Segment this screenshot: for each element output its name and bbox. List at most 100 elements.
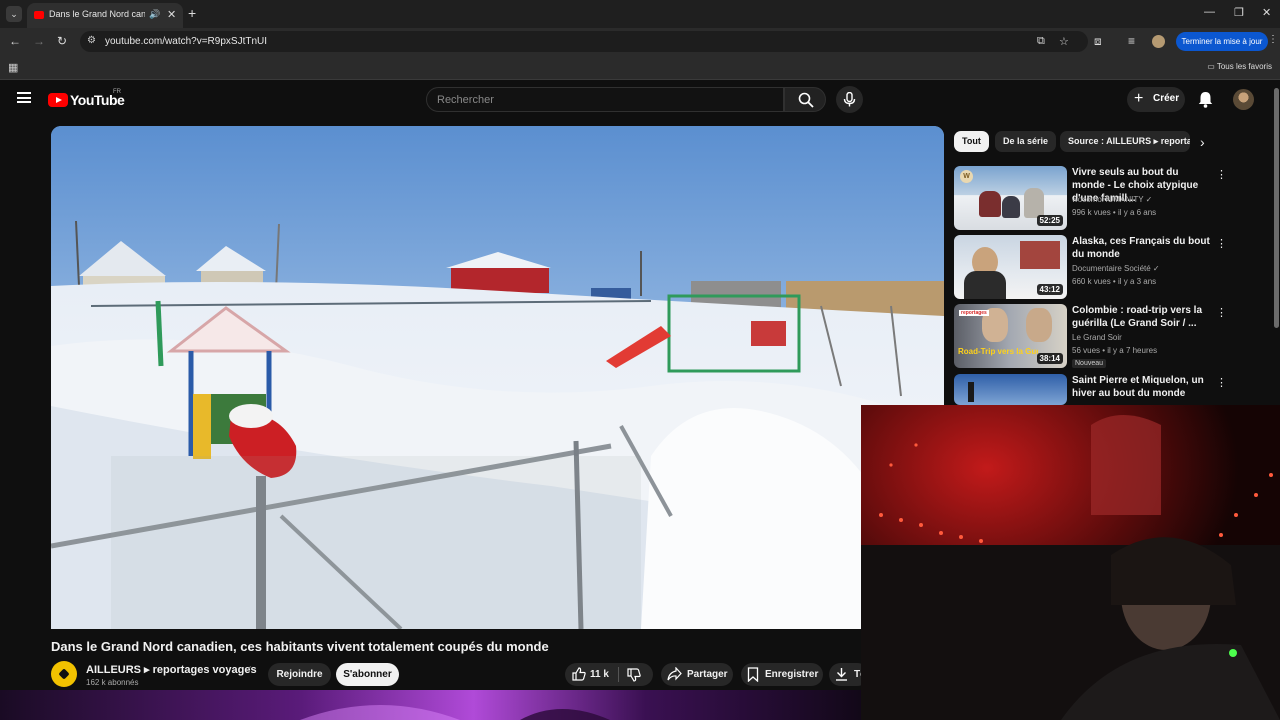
recommendation-title[interactable]: Colombie : road-trip vers la guérilla (L… (1072, 304, 1212, 330)
duration-badge: 43:12 (1036, 284, 1063, 295)
tab-search-button[interactable]: ⌄ (6, 6, 22, 22)
install-app-icon[interactable]: ⧉ (1037, 35, 1045, 48)
update-button[interactable]: Terminer la mise à jour (1176, 32, 1268, 51)
forward-icon[interactable]: → (33, 34, 45, 48)
youtube-header: YouTube FR + Créer (0, 80, 1280, 120)
recommendation-title[interactable]: Alaska, ces Français du bout du monde (1072, 235, 1212, 261)
recommendation-meta: 660 k vues • il y a 3 ans (1072, 277, 1157, 286)
search-input[interactable] (427, 88, 783, 111)
voice-search-button[interactable] (836, 86, 863, 113)
video-thumbnail[interactable]: reportages Road-Trip vers la Guérilla 38… (954, 304, 1067, 368)
webcam-feed-image (861, 405, 1280, 720)
recommendation-item[interactable]: 43:12 Alaska, ces Français du bout du mo… (954, 235, 1244, 299)
thumbnail-overlay-label: reportages (959, 310, 989, 316)
save-button[interactable]: Enregistrer (741, 663, 823, 686)
new-badge: Nouveau (1072, 359, 1107, 368)
recommendation-channel[interactable]: Documentaire Société ✓ (1072, 264, 1160, 273)
thumbnail-overlay-text: Road-Trip vers la Guérilla (958, 347, 1038, 356)
search-button[interactable] (784, 87, 826, 112)
address-bar[interactable]: ⚙ youtube.com/watch?v=R9pxSJtTnUI ⧉ ☆ (80, 31, 1088, 52)
tab-title: Dans le Grand Nord canadien (49, 9, 145, 19)
recommendation-item[interactable]: W 52:25 Vivre seuls au bout du monde - L… (954, 166, 1244, 230)
join-button[interactable]: Rejoindre (268, 663, 331, 686)
video-thumbnail[interactable] (954, 374, 1067, 405)
create-label: Créer (1153, 93, 1180, 104)
folder-icon: ▭ (1207, 62, 1215, 71)
video-title: Dans le Grand Nord canadien, ces habitan… (51, 639, 549, 654)
recommendation-channel[interactable]: Le Grand Soir (1072, 333, 1122, 342)
chip-all[interactable]: Tout (954, 131, 989, 152)
recommendation-item[interactable]: Saint Pierre et Miquelon, un hiver au bo… (954, 374, 1244, 405)
share-button[interactable]: Partager (661, 663, 733, 686)
like-separator (618, 667, 619, 682)
bookmark-icon (747, 667, 759, 682)
more-options-icon[interactable]: ⋮ (1216, 306, 1227, 319)
mic-icon (843, 92, 856, 107)
chip-source[interactable]: Source : AILLEURS ▸ reportages (1060, 131, 1190, 152)
more-options-icon[interactable]: ⋮ (1216, 168, 1227, 181)
recommendation-title[interactable]: Saint Pierre et Miquelon, un hiver au bo… (1072, 374, 1212, 400)
maximize-icon[interactable]: ❐ (1234, 6, 1244, 19)
profile-avatar[interactable] (1152, 35, 1165, 48)
duration-badge: 52:25 (1036, 215, 1063, 226)
reload-icon[interactable]: ↻ (57, 34, 67, 48)
duration-badge: 38:14 (1036, 353, 1063, 364)
tab-audio-icon[interactable]: 🔊 (149, 9, 160, 20)
apps-grid-icon[interactable]: ▦ (8, 61, 18, 74)
download-icon (836, 668, 847, 681)
search-icon (798, 92, 814, 108)
page-scrollbar[interactable] (1274, 88, 1279, 328)
all-bookmarks-label: Tous les favoris (1216, 62, 1272, 71)
thumb-up-icon[interactable] (572, 667, 586, 681)
save-label: Enregistrer (765, 669, 819, 680)
tab-close-icon[interactable]: ✕ (167, 8, 176, 21)
browser-tab-active[interactable]: Dans le Grand Nord canadien 🔊 ✕ (27, 3, 183, 28)
subscriber-count: 162 k abonnés (86, 678, 139, 687)
reading-list-icon[interactable]: ≡ (1128, 34, 1135, 48)
purple-banner-image (0, 690, 861, 720)
channel-avatar[interactable] (51, 661, 77, 687)
chip-series[interactable]: De la série (995, 131, 1057, 152)
channel-name[interactable]: AILLEURS ▸ reportages voyages (86, 663, 257, 676)
video-thumbnail[interactable]: 43:12 (954, 235, 1067, 299)
like-count[interactable]: 11 k (590, 669, 609, 680)
new-tab-icon[interactable]: + (188, 5, 196, 21)
recommendation-meta: 56 vues • il y a 7 heures (1072, 346, 1158, 355)
window-close-icon[interactable]: ✕ (1262, 6, 1271, 19)
video-thumbnail[interactable]: W 52:25 (954, 166, 1067, 230)
like-dislike-group: 11 k (565, 663, 653, 686)
share-label: Partager (687, 669, 728, 680)
video-frame-snow-playground (51, 126, 944, 629)
all-bookmarks-link[interactable]: ▭ Tous les favoris (1207, 62, 1272, 71)
more-options-icon[interactable]: ⋮ (1216, 237, 1227, 250)
bookmark-star-icon[interactable]: ☆ (1059, 35, 1069, 48)
hamburger-icon[interactable] (17, 92, 31, 103)
recommendation-item[interactable]: reportages Road-Trip vers la Guérilla 38… (954, 304, 1244, 368)
url-text[interactable]: youtube.com/watch?v=R9pxSJtTnUI (105, 36, 267, 47)
stream-overlay-banner (0, 690, 861, 720)
browser-toolbar: ← → ↻ ⚙ youtube.com/watch?v=R9pxSJtTnUI … (0, 28, 1280, 55)
chevron-right-icon[interactable]: › (1200, 134, 1205, 150)
webcam-overlay (861, 405, 1280, 720)
bookmarks-bar: ▦ ▭ Tous les favoris (0, 55, 1280, 80)
bell-icon[interactable] (1198, 91, 1213, 108)
search-box (426, 87, 784, 112)
back-icon[interactable]: ← (9, 34, 21, 48)
minimize-icon[interactable]: — (1204, 6, 1215, 18)
channel-watermark-icon: W (960, 170, 973, 183)
extensions-icon[interactable]: ⧈ (1094, 34, 1102, 49)
site-info-icon[interactable]: ⚙ (87, 35, 96, 46)
share-icon (667, 667, 682, 681)
video-player[interactable] (51, 126, 944, 629)
thumb-down-icon[interactable] (627, 668, 641, 682)
country-code: FR (113, 89, 121, 95)
user-avatar[interactable] (1233, 89, 1254, 110)
subscribe-button[interactable]: S'abonner (336, 663, 399, 686)
browser-menu-icon[interactable]: ⋮ (1268, 34, 1278, 45)
youtube-favicon-icon (34, 11, 44, 19)
youtube-logo-icon[interactable] (48, 93, 68, 107)
create-button[interactable]: + Créer (1127, 87, 1185, 112)
recommendation-channel[interactable]: wocomoHUMANITY ✓ (1072, 195, 1152, 204)
more-options-icon[interactable]: ⋮ (1216, 376, 1227, 389)
verified-icon: ✓ (245, 664, 253, 674)
